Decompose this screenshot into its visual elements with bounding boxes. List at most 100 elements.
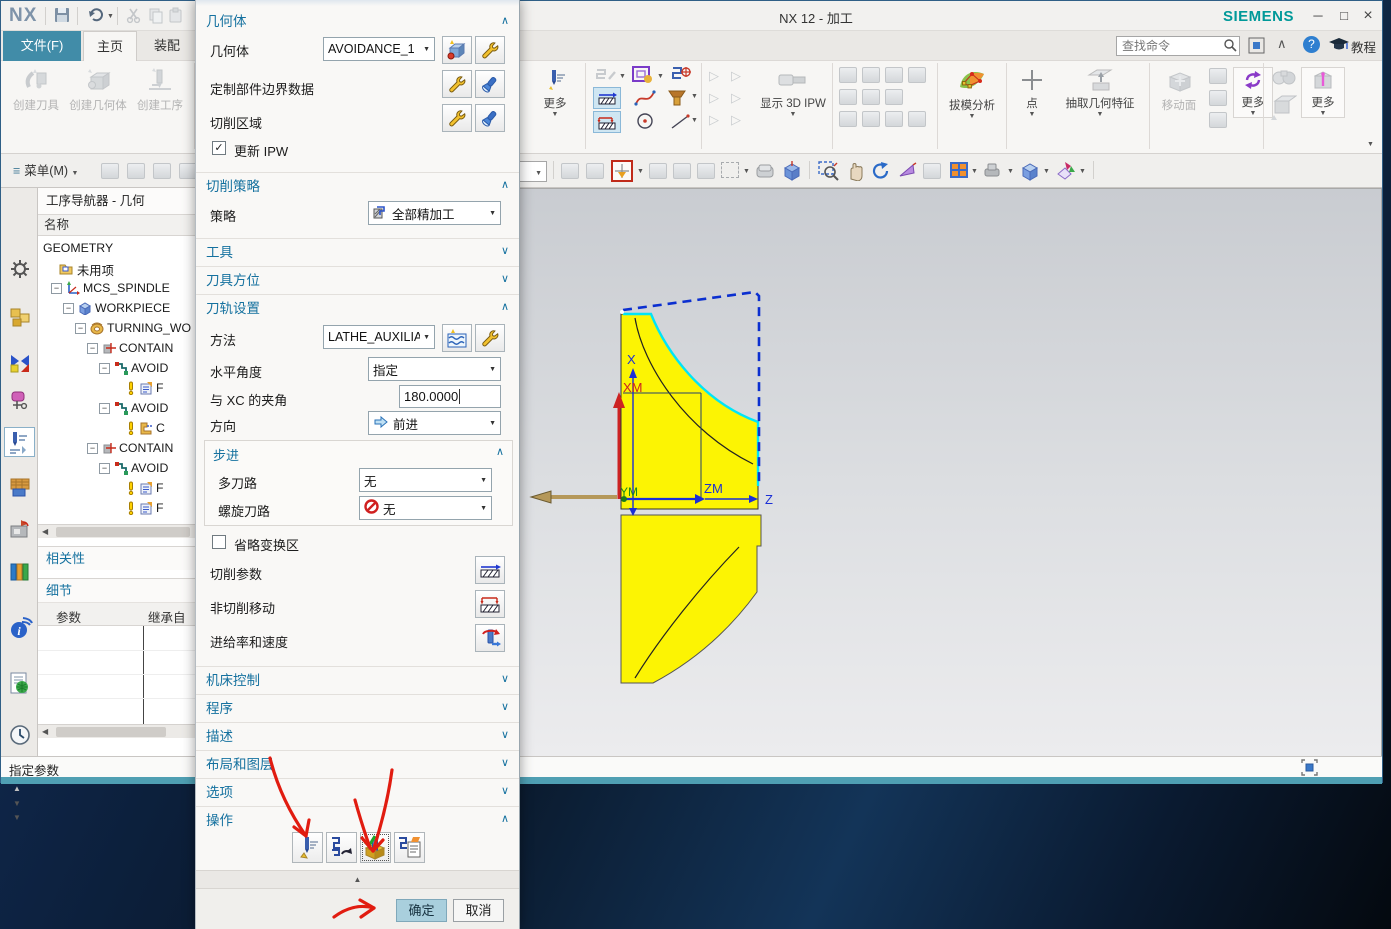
search-icon[interactable] — [1223, 38, 1238, 58]
tab-file[interactable]: 文件(F) — [3, 31, 81, 61]
collapse-box[interactable]: − — [99, 363, 110, 374]
replay-toolpath-button[interactable] — [326, 832, 357, 863]
dialog-top-edge[interactable] — [196, 0, 519, 6]
collapse-box[interactable]: − — [99, 403, 110, 414]
dropdown-arrow[interactable]: ▼ — [971, 168, 978, 175]
details-title[interactable]: 细节 — [38, 578, 195, 602]
dialog-collapse-strip[interactable]: ▲ — [196, 870, 519, 888]
edit-object-display-icon[interactable] — [1055, 160, 1077, 187]
tree-row-operation[interactable]: F — [38, 498, 195, 518]
circle-point-icon[interactable] — [635, 111, 657, 138]
close-button[interactable]: × — [1357, 6, 1379, 26]
update-ipw-label[interactable]: 更新 IPW — [234, 141, 288, 160]
dropdown-arrow[interactable]: ▼ — [743, 168, 750, 175]
cutting-params-button[interactable] — [475, 556, 505, 584]
show-3d-ipw-button[interactable]: 显示 3D IPW ▼ — [755, 67, 831, 118]
render-style-icon[interactable] — [983, 161, 1005, 184]
tool-display-icon[interactable] — [665, 85, 689, 114]
section-geometry[interactable]: 几何体 ∧ — [196, 8, 519, 32]
tab-assembly[interactable]: 装配 — [139, 31, 195, 61]
feeds-speeds-button[interactable] — [475, 624, 505, 652]
tree-row-operation[interactable]: C — [38, 418, 195, 438]
assembly-navigator-icon[interactable] — [9, 306, 31, 328]
undo-icon[interactable] — [87, 6, 105, 24]
tree-row-operation[interactable]: F — [38, 378, 195, 398]
help-icon[interactable]: ? — [1303, 36, 1320, 53]
edit-geometry-button[interactable] — [475, 36, 505, 64]
tree-row-unused[interactable]: 未用项 — [38, 258, 195, 278]
collapse-box[interactable]: − — [51, 283, 62, 294]
tree-row-workpiece[interactable]: − WORKPIECE — [38, 298, 195, 318]
machining-feature-navigator-icon[interactable] — [9, 476, 31, 498]
collapse-box[interactable]: − — [87, 343, 98, 354]
section-tool[interactable]: 工具 ∨ — [196, 238, 519, 262]
show-cutting-params-toggle[interactable] — [593, 87, 621, 109]
blue-box-icon[interactable] — [781, 160, 803, 187]
window-layout-icon[interactable] — [949, 161, 969, 184]
section-machine-control[interactable]: 机床控制 ∨ — [196, 666, 519, 690]
tree-row-operation[interactable]: F — [38, 478, 195, 498]
geometry-select[interactable]: AVOIDANCE_1 ▼ — [323, 37, 435, 61]
section-options[interactable]: 选项 ∨ — [196, 778, 519, 802]
details-hscrollbar[interactable]: ◀ — [38, 724, 195, 738]
dropdown-arrow[interactable]: ▼ — [1007, 168, 1014, 175]
xc-angle-input[interactable]: 180.0000 — [399, 385, 501, 408]
scroll-down-icon[interactable]: ▼ — [13, 813, 21, 822]
more-generate-button[interactable]: 更多 ▼ — [529, 67, 581, 118]
tree-row-avoidance[interactable]: − AVOID — [38, 358, 195, 378]
undo-dropdown-arrow[interactable]: ▼ — [107, 13, 114, 20]
dropdown-arrow[interactable]: ▼ — [1043, 168, 1050, 175]
ribbon-overflow-dropdown[interactable]: ▼ — [1367, 141, 1374, 148]
stepping-title[interactable]: 步进 — [213, 445, 239, 464]
tree-row-geometry[interactable]: GEOMETRY — [38, 238, 195, 258]
spline-display-icon[interactable] — [633, 87, 657, 114]
direction-select[interactable]: 前进 ▼ — [368, 411, 501, 435]
tree-row-mcs-spindle[interactable]: − MCS_SPINDLE — [38, 278, 195, 298]
dropdown-arrow[interactable]: ▼ — [1079, 168, 1086, 175]
shaded-block-icon[interactable] — [755, 161, 777, 186]
multi-pass-select[interactable]: 无 ▼ — [359, 468, 492, 492]
dropdown-arrow[interactable]: ▼ — [691, 93, 698, 100]
tree-row-containment[interactable]: − CONTAIN — [38, 338, 195, 358]
part-navigator-icon[interactable] — [9, 388, 31, 410]
verify-toolpath-button[interactable] — [360, 832, 391, 863]
tree-row-avoidance[interactable]: − AVOID — [38, 458, 195, 478]
tree-row-containment[interactable]: − CONTAIN — [38, 438, 195, 458]
menu-button[interactable]: ≡ 菜单(M) ▼ — [5, 159, 86, 183]
marquee-select-icon[interactable] — [721, 162, 739, 178]
helical-select[interactable]: 无 ▼ — [359, 496, 492, 520]
maximize-button[interactable]: □ — [1333, 6, 1355, 26]
cut-region-edit-button[interactable] — [442, 104, 472, 132]
scroll-left-icon[interactable]: ◀ — [42, 527, 48, 536]
tutorial-label[interactable]: 教程 — [1351, 37, 1376, 56]
draft-analysis-button[interactable]: 拔模分析 ▼ — [941, 65, 1003, 120]
fit-view-icon[interactable] — [1301, 759, 1318, 779]
minimize-ribbon-icon[interactable]: ∧ — [1277, 36, 1287, 52]
navigator-name-column[interactable]: 名称 — [38, 215, 195, 236]
template-document-icon[interactable] — [9, 671, 31, 694]
sync-modeling-more-button[interactable]: 更多 ▼ — [1233, 67, 1273, 118]
section-cut-strategy[interactable]: 切削策略 ∧ — [196, 172, 519, 196]
snap-point-toggle[interactable] — [611, 160, 633, 182]
section-layout-layers[interactable]: 布局和图层 ∨ — [196, 750, 519, 774]
generate-toolpath-button[interactable] — [292, 832, 323, 863]
ok-button[interactable]: 确定 — [396, 899, 447, 922]
shaded-cube-icon[interactable] — [1019, 160, 1041, 187]
extract-geometry-feature-button[interactable]: 抽取几何特征 ▼ — [1055, 67, 1145, 118]
scroll-down-icon[interactable]: ▼ — [13, 799, 21, 808]
custom-boundary-display-button[interactable] — [475, 70, 505, 98]
pan-hand-icon[interactable] — [845, 161, 865, 186]
new-geometry-button[interactable] — [442, 36, 472, 64]
library-icon[interactable] — [9, 560, 31, 582]
scroll-left-icon[interactable]: ◀ — [42, 727, 48, 736]
selection-scope-dropdown[interactable]: ▼ — [517, 161, 547, 182]
tree-row-avoidance[interactable]: − AVOID — [38, 398, 195, 418]
operation-navigator-icon[interactable] — [4, 427, 35, 457]
line-display-icon[interactable] — [669, 113, 691, 136]
collapse-box[interactable]: − — [87, 443, 98, 454]
noncutting-moves-button[interactable] — [475, 590, 505, 618]
dropdown-arrow[interactable]: ▼ — [619, 73, 626, 80]
cut-region-display-button[interactable] — [475, 104, 505, 132]
edit-method-button[interactable] — [475, 324, 505, 352]
cancel-button[interactable]: 取消 — [453, 899, 504, 922]
